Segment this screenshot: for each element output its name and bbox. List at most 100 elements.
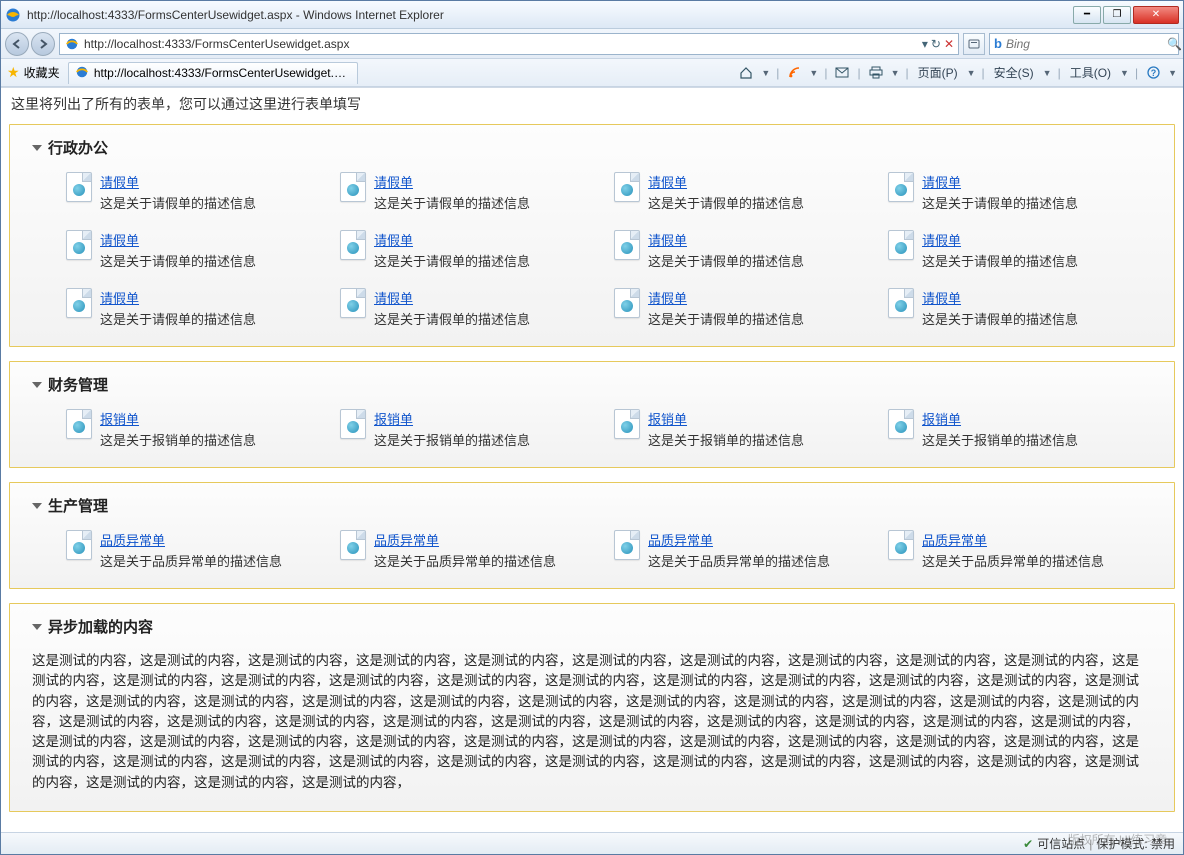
forward-button[interactable] (31, 32, 55, 56)
form-link[interactable]: 报销单 (922, 409, 1078, 428)
page-icon (75, 65, 90, 81)
favorites-label[interactable]: 收藏夹 (24, 64, 60, 81)
document-icon (888, 409, 914, 439)
form-desc: 这是关于请假单的描述信息 (374, 193, 530, 212)
check-icon: ✔ (1023, 837, 1033, 851)
form-item: 品质异常单这是关于品质异常单的描述信息 (340, 530, 604, 570)
collapse-toggle-icon[interactable] (32, 382, 42, 388)
ie-icon (5, 7, 21, 23)
close-button[interactable]: ✕ (1133, 6, 1179, 24)
page-intro: 这里将列出了所有的表单，您可以通过这里进行表单填写 (9, 94, 1175, 114)
form-link[interactable]: 请假单 (648, 172, 804, 191)
feeds-icon[interactable] (785, 64, 803, 82)
document-icon (614, 172, 640, 202)
favorites-star-icon[interactable]: ★ (7, 64, 20, 81)
form-item: 品质异常单这是关于品质异常单的描述信息 (614, 530, 878, 570)
stop-icon[interactable]: ✕ (944, 37, 954, 51)
form-link[interactable]: 品质异常单 (374, 530, 556, 549)
document-icon (614, 288, 640, 318)
collapse-toggle-icon[interactable] (32, 145, 42, 151)
browser-tab[interactable]: http://localhost:4333/FormsCenterUsewidg… (68, 62, 358, 84)
form-desc: 这是关于请假单的描述信息 (648, 309, 804, 328)
compat-view-button[interactable] (963, 33, 985, 55)
form-link[interactable]: 品质异常单 (100, 530, 282, 549)
navigation-bar: ▾ ↻ ✕ b 🔍 (1, 29, 1183, 59)
form-link[interactable]: 品质异常单 (648, 530, 830, 549)
document-icon (340, 409, 366, 439)
form-link[interactable]: 请假单 (100, 230, 256, 249)
form-item: 请假单这是关于请假单的描述信息 (614, 288, 878, 328)
document-icon (888, 288, 914, 318)
collapse-toggle-icon[interactable] (32, 624, 42, 630)
page-menu[interactable]: 页面(P) (915, 64, 961, 81)
mail-icon[interactable] (833, 64, 851, 82)
form-item: 品质异常单这是关于品质异常单的描述信息 (888, 530, 1152, 570)
form-desc: 这是关于品质异常单的描述信息 (648, 551, 830, 570)
document-icon (66, 172, 92, 202)
form-link[interactable]: 请假单 (648, 230, 804, 249)
form-item: 请假单这是关于请假单的描述信息 (888, 172, 1152, 212)
help-icon[interactable]: ? (1144, 64, 1162, 82)
form-desc: 这是关于品质异常单的描述信息 (100, 551, 282, 570)
refresh-icon[interactable]: ↻ (931, 37, 941, 51)
document-icon (66, 288, 92, 318)
form-link[interactable]: 请假单 (100, 288, 256, 307)
form-item: 请假单这是关于请假单的描述信息 (66, 172, 330, 212)
form-link[interactable]: 请假单 (374, 230, 530, 249)
document-icon (614, 230, 640, 260)
form-desc: 这是关于请假单的描述信息 (100, 251, 256, 270)
document-icon (340, 288, 366, 318)
form-item: 请假单这是关于请假单的描述信息 (66, 288, 330, 328)
panel-title: 财务管理 (48, 374, 108, 395)
home-icon[interactable] (737, 64, 755, 82)
form-desc: 这是关于请假单的描述信息 (648, 251, 804, 270)
document-icon (614, 530, 640, 560)
panel-title: 行政办公 (48, 137, 108, 158)
form-desc: 这是关于请假单的描述信息 (922, 193, 1078, 212)
form-desc: 这是关于请假单的描述信息 (922, 251, 1078, 270)
favorites-bar: ★ 收藏夹 http://localhost:4333/FormsCenterU… (1, 59, 1183, 87)
form-item: 请假单这是关于请假单的描述信息 (340, 172, 604, 212)
panel-async: 异步加载的内容 这是测试的内容，这是测试的内容，这是测试的内容，这是测试的内容，… (9, 603, 1175, 812)
form-link[interactable]: 请假单 (922, 172, 1078, 191)
form-link[interactable]: 报销单 (100, 409, 256, 428)
search-input[interactable] (1006, 37, 1163, 51)
form-item: 报销单这是关于报销单的描述信息 (340, 409, 604, 449)
search-box[interactable]: b 🔍 (989, 33, 1179, 55)
collapse-toggle-icon[interactable] (32, 503, 42, 509)
document-icon (340, 530, 366, 560)
safety-menu[interactable]: 安全(S) (991, 64, 1037, 81)
maximize-button[interactable]: ❐ (1103, 6, 1131, 24)
status-trusted: 可信站点 (1037, 835, 1085, 852)
document-icon (66, 409, 92, 439)
form-item: 请假单这是关于请假单的描述信息 (340, 230, 604, 270)
page-icon (64, 36, 80, 52)
document-icon (66, 530, 92, 560)
form-desc: 这是关于请假单的描述信息 (100, 309, 256, 328)
document-icon (66, 230, 92, 260)
minimize-button[interactable]: ━ (1073, 6, 1101, 24)
form-link[interactable]: 请假单 (100, 172, 256, 191)
form-link[interactable]: 请假单 (922, 230, 1078, 249)
address-bar[interactable]: ▾ ↻ ✕ (59, 33, 959, 55)
print-icon[interactable] (867, 64, 885, 82)
form-link[interactable]: 报销单 (374, 409, 530, 428)
form-link[interactable]: 请假单 (648, 288, 804, 307)
search-go-icon[interactable]: 🔍 (1167, 37, 1182, 51)
form-link[interactable]: 请假单 (922, 288, 1078, 307)
form-item: 请假单这是关于请假单的描述信息 (614, 230, 878, 270)
tools-menu[interactable]: 工具(O) (1067, 64, 1114, 81)
form-link[interactable]: 报销单 (648, 409, 804, 428)
document-icon (888, 172, 914, 202)
form-link[interactable]: 请假单 (374, 172, 530, 191)
address-input[interactable] (84, 37, 918, 51)
form-desc: 这是关于报销单的描述信息 (100, 430, 256, 449)
panel-title: 异步加载的内容 (48, 616, 153, 637)
form-desc: 这是关于品质异常单的描述信息 (922, 551, 1104, 570)
back-button[interactable] (5, 32, 29, 56)
form-link[interactable]: 请假单 (374, 288, 530, 307)
address-dropdown-icon[interactable]: ▾ (922, 37, 928, 51)
form-desc: 这是关于品质异常单的描述信息 (374, 551, 556, 570)
form-link[interactable]: 品质异常单 (922, 530, 1104, 549)
window-title: http://localhost:4333/FormsCenterUsewidg… (27, 8, 1073, 22)
